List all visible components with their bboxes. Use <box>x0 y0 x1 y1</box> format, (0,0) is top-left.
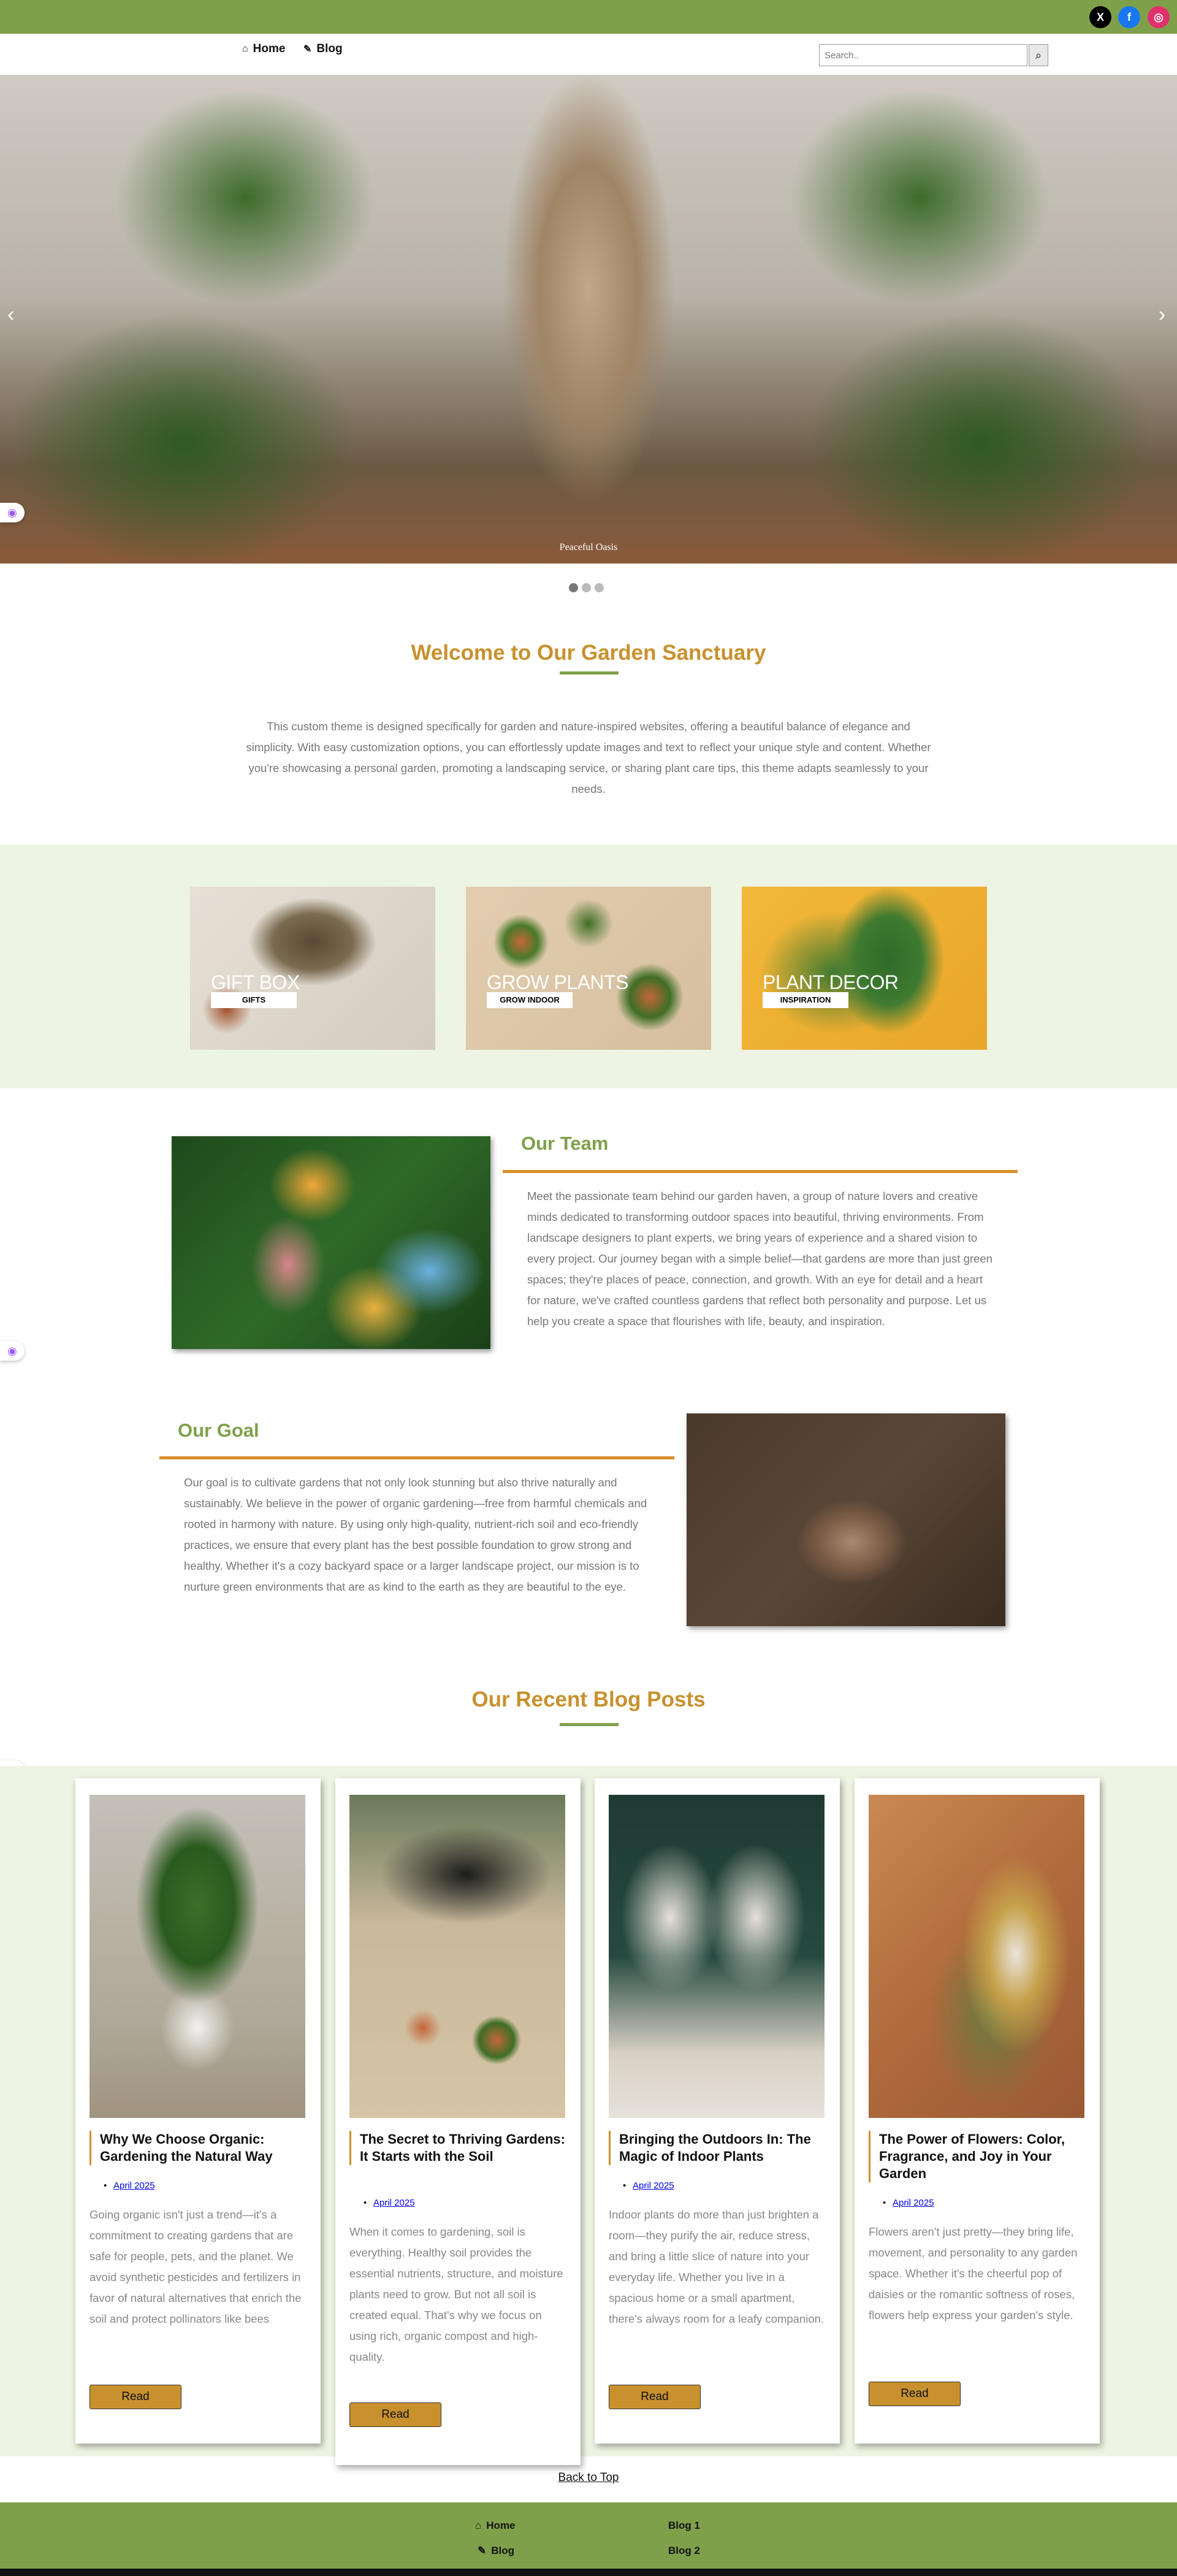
blog-card: The Power of Flowers: Color, Fragrance, … <box>855 1778 1100 2444</box>
floating-side-tab-3[interactable]: ◉ <box>0 1341 25 1361</box>
category-title: GIFT BOX <box>211 971 300 993</box>
team-title: Our Team <box>521 1133 609 1154</box>
nav-home-label: Home <box>253 42 286 55</box>
blog-post-date[interactable]: April 2025 <box>364 2198 414 2208</box>
blog-image <box>609 1795 825 2118</box>
blog-card: Bringing the Outdoors In: The Magic of I… <box>595 1778 840 2444</box>
category-subtitle: GIFTS <box>211 992 297 1008</box>
blog-post-title[interactable]: The Secret to Thriving Gardens: It Start… <box>349 2131 565 2165</box>
blog-post-date[interactable]: April 2025 <box>104 2180 154 2191</box>
blog-image <box>90 1795 305 2118</box>
nav-home-link[interactable]: ⌂ Home <box>242 42 285 56</box>
home-icon: ⌂ <box>242 44 248 54</box>
main-navbar: ⌂ Home ✎ Blog ⌕ <box>0 34 1177 75</box>
welcome-title: Welcome to Our Garden Sanctuary <box>411 641 766 665</box>
footer-home-link[interactable]: ⌂ Home <box>475 2520 516 2532</box>
blog-post-title[interactable]: Why We Choose Organic: Gardening the Nat… <box>90 2131 305 2165</box>
blog-post-title[interactable]: The Power of Flowers: Color, Fragrance, … <box>869 2131 1084 2182</box>
carousel-prev-arrow[interactable]: ‹ <box>7 303 14 327</box>
read-button[interactable]: Read <box>609 2385 701 2409</box>
carousel-dot-3[interactable] <box>595 583 604 592</box>
footer-blog-link[interactable]: ✎ Blog <box>478 2545 514 2557</box>
hero-caption: Peaceful Oasis <box>559 542 618 552</box>
blog-post-excerpt: Going organic isn't just a trend—it's a … <box>90 2208 302 2325</box>
goal-photo <box>687 1413 1005 1626</box>
carousel-next-arrow[interactable]: › <box>1159 303 1165 327</box>
category-card-grow-plants[interactable]: GROW PLANTS GROW INDOOR <box>466 887 711 1050</box>
category-card-plant-decor[interactable]: PLANT DECOR INSPIRATION <box>742 887 987 1050</box>
search-input[interactable] <box>819 44 1027 66</box>
blog-post-excerpt: Indoor plants do more than just brighten… <box>609 2208 825 2325</box>
goal-title-underline <box>159 1456 674 1459</box>
top-bar: X f ◎ <box>0 0 1177 34</box>
carousel-indicators <box>569 583 604 592</box>
blog-section-title: Our Recent Blog Posts <box>471 1687 706 1711</box>
read-button[interactable]: Read <box>90 2385 181 2409</box>
footer: ⌂ Home ✎ Blog Blog 1 Blog 2 <box>0 2502 1177 2569</box>
blog-title-underline <box>560 1723 619 1726</box>
x-social-icon[interactable]: X <box>1089 6 1111 28</box>
footer-blog1-link[interactable]: Blog 1 <box>668 2520 700 2532</box>
footer-bottom-bar <box>0 2569 1177 2576</box>
blog-post-date[interactable]: April 2025 <box>623 2180 674 2191</box>
goal-text: Our goal is to cultivate gardens that no… <box>184 1476 647 1593</box>
home-icon: ⌂ <box>475 2520 482 2531</box>
blog-card: The Secret to Thriving Gardens: It Start… <box>335 1778 581 2465</box>
blog-image <box>869 1795 1084 2118</box>
floating-side-tab-1[interactable]: ◉ <box>0 503 25 522</box>
welcome-text: This custom theme is designed specifical… <box>246 720 931 795</box>
blog-card: Why We Choose Organic: Gardening the Nat… <box>75 1778 321 2444</box>
blog-post-excerpt: When it comes to gardening, soil is ever… <box>349 2225 563 2363</box>
footer-home-label: Home <box>486 2520 516 2531</box>
team-photo <box>172 1136 490 1349</box>
pin-icon: ✎ <box>303 44 312 55</box>
carousel-dot-1[interactable] <box>569 583 578 592</box>
blog-post-date[interactable]: April 2025 <box>883 2198 934 2208</box>
category-card-gift-box[interactable]: GIFT BOX GIFTS <box>190 887 435 1050</box>
read-button[interactable]: Read <box>869 2382 961 2406</box>
footer-blog2-link[interactable]: Blog 2 <box>668 2545 700 2557</box>
blog-post-title[interactable]: Bringing the Outdoors In: The Magic of I… <box>609 2131 825 2165</box>
blog-post-excerpt: Flowers aren't just pretty—they bring li… <box>869 2225 1078 2322</box>
team-title-underline <box>503 1170 1018 1173</box>
read-button[interactable]: Read <box>349 2402 441 2427</box>
pin-icon: ✎ <box>478 2545 487 2556</box>
nav-blog-label: Blog <box>316 42 343 55</box>
carousel-dot-2[interactable] <box>582 583 591 592</box>
welcome-title-underline <box>560 671 619 675</box>
team-text: Meet the passionate team behind our gard… <box>527 1190 992 1328</box>
back-to-top-link[interactable]: Back to Top <box>0 2471 1177 2485</box>
facebook-social-icon[interactable]: f <box>1118 6 1140 28</box>
nav-blog-link[interactable]: ✎ Blog <box>303 42 343 56</box>
footer-blog-label: Blog <box>491 2545 515 2556</box>
hero-carousel: ‹ › Peaceful Oasis <box>0 75 1177 564</box>
category-subtitle: INSPIRATION <box>763 992 848 1008</box>
category-title: GROW PLANTS <box>487 971 628 993</box>
blog-image <box>349 1795 565 2118</box>
search-icon: ⌕ <box>1035 48 1042 61</box>
category-subtitle: GROW INDOOR <box>487 992 573 1008</box>
search-button[interactable]: ⌕ <box>1029 44 1048 66</box>
goal-title: Our Goal <box>178 1420 259 1441</box>
instagram-social-icon[interactable]: ◎ <box>1148 6 1170 28</box>
category-title: PLANT DECOR <box>763 971 899 993</box>
